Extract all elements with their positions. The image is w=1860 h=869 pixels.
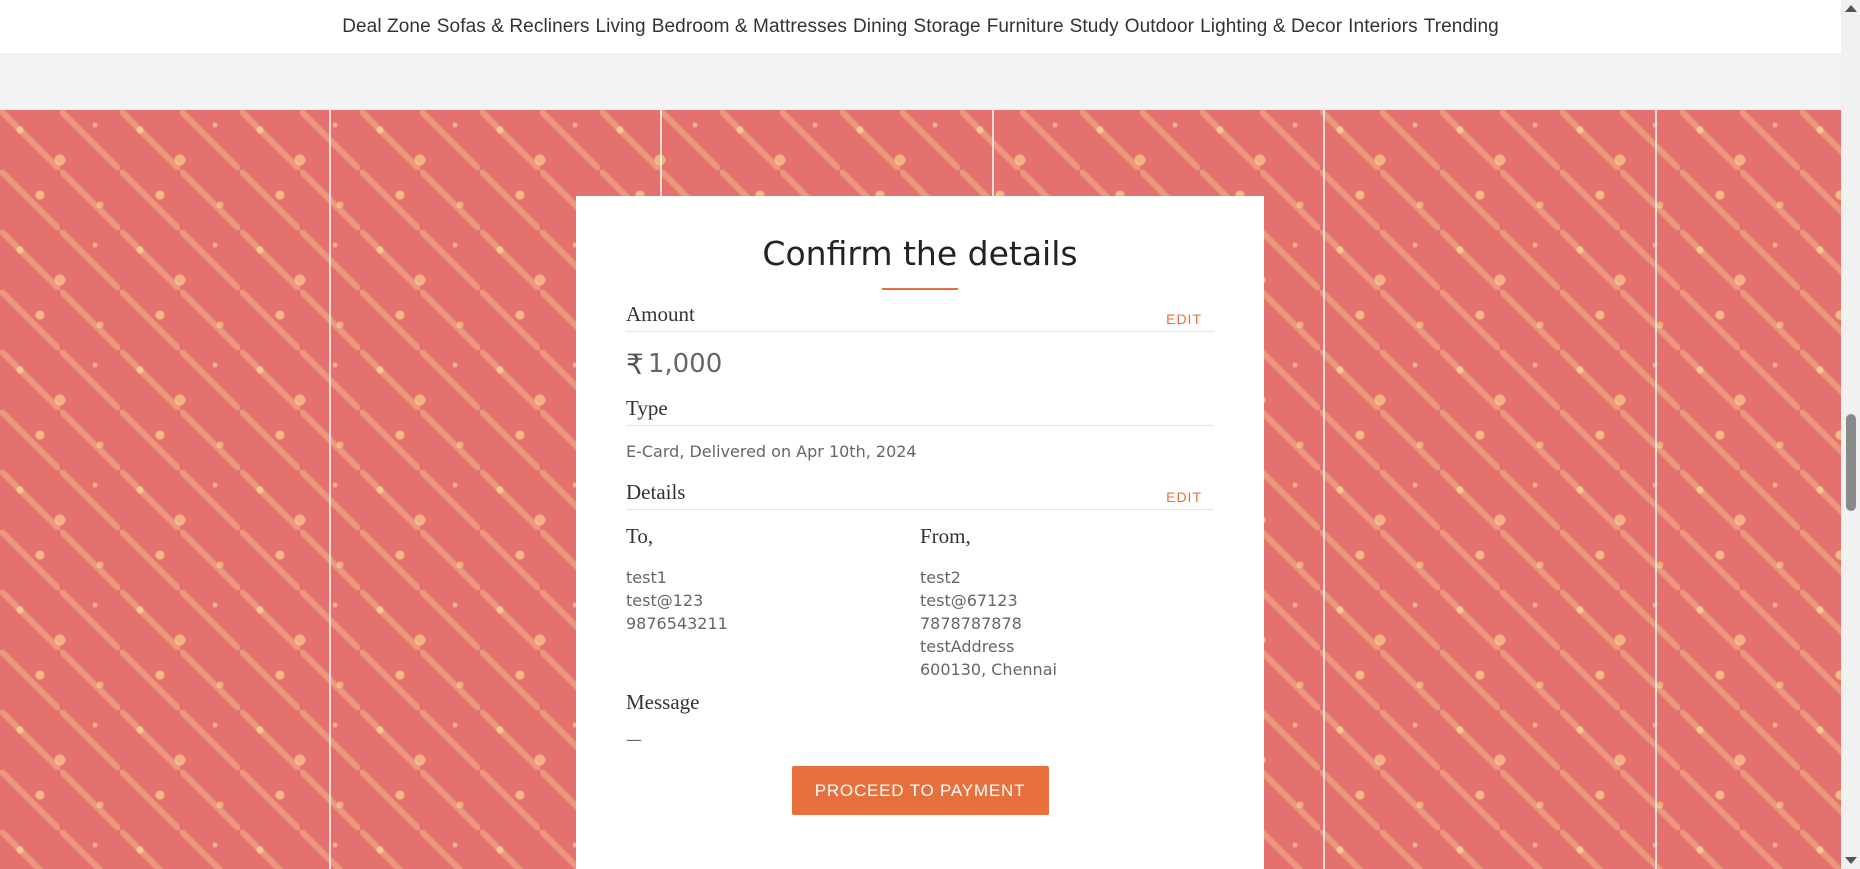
recipient-phone: 9876543211 (626, 614, 728, 633)
pattern-divider (1655, 110, 1657, 869)
confirm-details-card: Confirm the details Amount EDIT ₹ 1,000 … (576, 196, 1264, 869)
nav-item-living[interactable]: Living (595, 16, 645, 38)
pattern-divider (1323, 110, 1325, 869)
recipient-email: test@123 (626, 591, 704, 610)
header-spacer (0, 55, 1841, 110)
message-label: Message (626, 690, 700, 714)
page-title: Confirm the details (762, 234, 1078, 273)
title-underline (882, 288, 958, 290)
nav-item-interiors[interactable]: Interiors (1348, 16, 1418, 38)
details-grid: To, test1 test@123 9876543211 From, test… (626, 524, 1214, 681)
edit-details-link[interactable]: EDIT (1166, 489, 1202, 505)
scroll-thumb[interactable] (1846, 414, 1856, 511)
recipient-details: To, test1 test@123 9876543211 (626, 524, 920, 681)
nav-item-sofas-recliners[interactable]: Sofas & Recliners (437, 16, 590, 38)
type-label: Type (626, 396, 668, 420)
amount-display: ₹ 1,000 (626, 332, 1214, 396)
sender-phone: 7878787878 (920, 614, 1022, 633)
type-value: E-Card, Delivered on Apr 10th, 2024 (626, 442, 917, 461)
nav-item-dining[interactable]: Dining (853, 16, 907, 38)
nav-item-bedroom-mattresses[interactable]: Bedroom & Mattresses (652, 16, 847, 38)
scroll-up-icon[interactable] (1845, 5, 1857, 12)
nav-item-storage[interactable]: Storage (913, 16, 980, 38)
nav-item-study[interactable]: Study (1070, 16, 1119, 38)
edit-amount-link[interactable]: EDIT (1166, 311, 1202, 327)
amount-label: Amount (626, 302, 695, 326)
nav-item-furniture[interactable]: Furniture (987, 16, 1064, 38)
scroll-down-icon[interactable] (1845, 857, 1857, 864)
details-section-header: Details EDIT (626, 480, 1214, 510)
details-label: Details (626, 480, 686, 504)
nav-item-deal-zone[interactable]: Deal Zone (342, 16, 431, 38)
type-section-header: Type (626, 396, 1214, 426)
amount-value: 1,000 (647, 349, 723, 379)
top-navigation: Deal Zone Sofas & Recliners Living Bedro… (0, 0, 1841, 55)
rupee-icon: ₹ (626, 347, 644, 381)
nav-item-trending[interactable]: Trending (1424, 16, 1499, 38)
proceed-to-payment-button[interactable]: PROCEED TO PAYMENT (791, 766, 1049, 815)
sender-details: From, test2 test@67123 7878787878 testAd… (920, 524, 1214, 681)
recipient-name: test1 (626, 568, 667, 587)
sender-address: testAddress (920, 637, 1015, 656)
sender-name: test2 (920, 568, 961, 587)
pattern-divider (329, 110, 331, 869)
amount-section-header: Amount EDIT (626, 302, 1214, 332)
sender-city: 600130, Chennai (920, 660, 1057, 679)
sender-title: From, (920, 524, 971, 548)
nav-item-outdoor[interactable]: Outdoor (1125, 16, 1194, 38)
recipient-title: To, (626, 524, 654, 548)
sender-email: test@67123 (920, 591, 1018, 610)
vertical-scrollbar[interactable] (1841, 0, 1860, 869)
message-value: — (626, 730, 642, 749)
nav-item-lighting-decor[interactable]: Lighting & Decor (1200, 16, 1342, 38)
